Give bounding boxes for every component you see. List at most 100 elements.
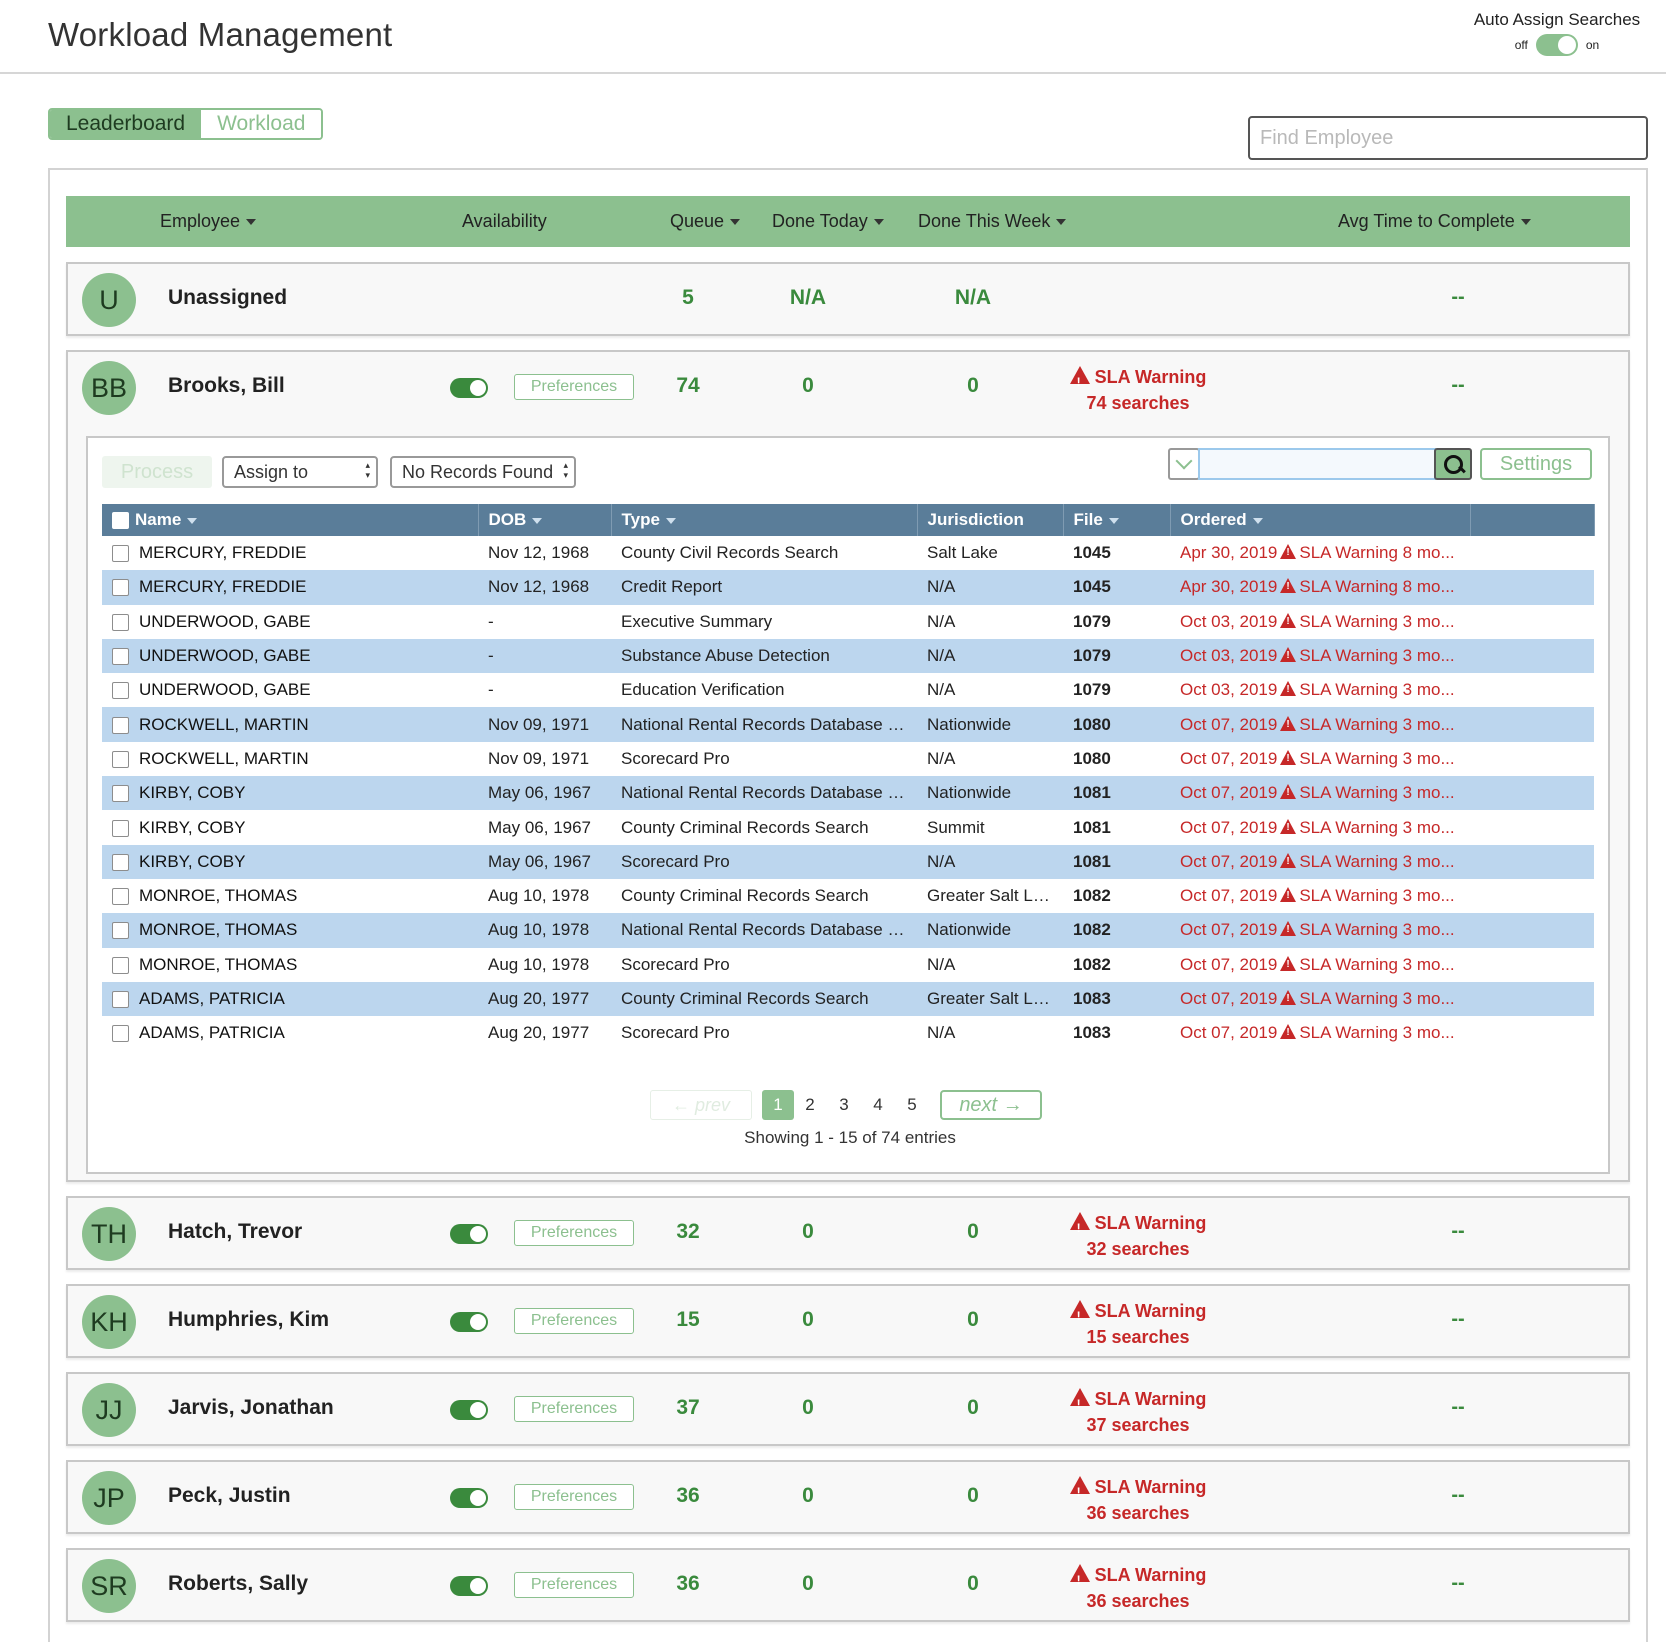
row-checkbox[interactable] [112,819,129,837]
assign-to-select[interactable]: Assign to [222,456,378,488]
tab-workload[interactable]: Workload [201,110,322,138]
col-queue[interactable]: Queue [670,211,741,232]
employee-row[interactable]: SR Roberts, Sally Preferences 36 0 0 SLA Warni… [66,1548,1630,1622]
dob-cell: Nov 09, 1971 [488,748,590,768]
table-row[interactable]: ROCKWELL, MARTIN Nov 09, 1971 Scorecard Pr… [102,742,1594,776]
page-1-button[interactable]: 1 [762,1090,794,1120]
table-row[interactable]: KIRBY, COBY May 06, 1967 National Rental R… [102,776,1594,811]
ordered-cell: Oct 07, 2019 SLA Warning 3 mo... [1170,844,1594,879]
ordered-warning: SLA Warning 3 mo... [1299,920,1455,940]
jurisdiction-cell: N/A [927,1023,956,1043]
search-icon[interactable] [1434,448,1472,480]
employee-name[interactable]: Brooks, Bill [168,374,285,398]
col-employee[interactable]: Employee [160,211,257,232]
row-checkbox[interactable] [112,785,129,803]
preferences-button[interactable]: Preferences [514,1220,634,1246]
col-file[interactable]: File [1063,504,1171,536]
preferences-button[interactable]: Preferences [514,1308,634,1334]
table-row[interactable]: MONROE, THOMAS Aug 10, 1978 Scorecard Pro N… [102,948,1594,982]
sort-caret-icon [187,517,198,524]
row-checkbox[interactable] [112,545,129,563]
employee-row[interactable]: JJ Jarvis, Jonathan Preferences 37 0 0 SLA War… [66,1372,1630,1446]
row-checkbox[interactable] [112,991,129,1009]
warning-icon [1069,1388,1090,1417]
ordered-cell: Oct 07, 2019 SLA Warning 3 mo... [1170,810,1594,844]
prev-page-button[interactable]: ← prev [650,1090,752,1120]
col-done-today[interactable]: Done Today [772,211,884,232]
row-checkbox[interactable] [112,750,129,768]
avg-time: -- [1451,286,1465,308]
table-row[interactable]: MONROE, THOMAS Aug 10, 1978 National Renta… [102,913,1594,948]
avg-time: -- [1451,1308,1465,1330]
availability-toggle[interactable] [450,1224,488,1244]
page-3-button[interactable]: 3 [828,1090,860,1120]
row-checkbox[interactable] [112,956,129,974]
row-checkbox[interactable] [112,1025,129,1043]
table-row[interactable]: UNDERWOOD, GABE - Substance Abuse Detectio… [102,638,1594,674]
select-all-checkbox[interactable] [112,512,129,530]
employee-row[interactable]: JP Peck, Justin Preferences 36 0 0 SLA Warning… [66,1460,1630,1534]
sort-caret-icon [873,219,884,226]
next-page-button[interactable]: next → [940,1090,1042,1120]
settings-button[interactable]: Settings [1480,448,1592,480]
table-row[interactable]: MONROE, THOMAS Aug 10, 1978 County Crimina… [102,879,1594,913]
filter-dropdown-toggle[interactable] [1168,448,1200,480]
preferences-button[interactable]: Preferences [514,1396,634,1422]
employee-row[interactable]: KH Humphries, Kim Preferences 15 0 0 SLA Warni… [66,1284,1630,1358]
queue-count: 15 [676,1308,700,1331]
table-row[interactable]: MERCURY, FREDDIE Nov 12, 1968 County Civil… [102,536,1594,570]
row-checkbox[interactable] [112,613,129,631]
ordered-date: Oct 07, 2019 [1180,851,1278,871]
availability-toggle[interactable] [450,1576,488,1596]
tab-leaderboard[interactable]: Leaderboard [50,110,202,138]
warning-icon [1280,990,1297,1005]
table-row[interactable]: ADAMS, PATRICIA Aug 20, 1977 Scorecard Pro… [102,1016,1594,1050]
col-name[interactable]: Name [102,504,479,536]
availability-toggle[interactable] [450,378,488,398]
find-employee-input[interactable] [1248,116,1648,160]
preferences-button[interactable]: Preferences [514,1484,634,1510]
ordered-cell: Oct 03, 2019 SLA Warning 3 mo... [1170,673,1594,707]
col-done-week[interactable]: Done This Week [918,211,1067,232]
page-5-button[interactable]: 5 [896,1090,928,1120]
employee-row-unassigned[interactable]: U Unassigned 5 N/A N/A -- [66,262,1630,336]
ordered-cell: Oct 07, 2019 SLA Warning 3 mo... [1170,776,1594,811]
table-row[interactable]: UNDERWOOD, GABE - Executive Summary N/A 1079… [102,605,1594,639]
warning-icon [1069,1212,1090,1241]
row-checkbox[interactable] [112,853,129,871]
preferences-button[interactable]: Preferences [514,1572,634,1598]
sla-warning: SLA Warning 15 searches [1048,1298,1228,1350]
row-checkbox[interactable] [112,888,129,906]
row-checkbox[interactable] [112,648,129,666]
warning-icon [1280,544,1297,560]
process-button[interactable]: Process [102,456,212,488]
table-row[interactable]: ADAMS, PATRICIA Aug 20, 1977 County Crimin… [102,981,1594,1017]
row-checkbox[interactable] [112,579,129,597]
availability-toggle[interactable] [450,1488,488,1508]
table-row[interactable]: UNDERWOOD, GABE - Education Verification N/… [102,673,1594,707]
table-row[interactable]: ROCKWELL, MARTIN Nov 09, 1971 National Ren… [102,707,1594,742]
table-row[interactable]: MERCURY, FREDDIE Nov 12, 1968 Credit Repor… [102,570,1594,605]
table-row[interactable]: KIRBY, COBY May 06, 1967 County Criminal R… [102,810,1594,844]
col-ordered[interactable]: Ordered [1170,504,1471,536]
col-type[interactable]: Type [611,504,918,536]
employee-row[interactable]: TH Hatch, Trevor Preferences 32 0 0 SLA Warnin… [66,1196,1630,1270]
type-cell: County Criminal Records Search [611,981,917,1017]
table-row[interactable]: KIRBY, COBY May 06, 1967 Scorecard Pro N/A 1… [102,844,1594,879]
availability-toggle[interactable] [450,1400,488,1420]
queue-count: 36 [676,1484,700,1507]
ordered-date: Oct 07, 2019 [1180,748,1278,768]
name-text: ADAMS, PATRICIA [139,1023,285,1043]
row-checkbox[interactable] [112,922,129,940]
records-select[interactable]: No Records Found [390,456,576,488]
col-dob[interactable]: DOB [478,504,612,536]
auto-assign-toggle[interactable] [1535,34,1578,56]
page-4-button[interactable]: 4 [862,1090,894,1120]
search-input[interactable] [1198,448,1436,480]
page-2-button[interactable]: 2 [794,1090,826,1120]
row-checkbox[interactable] [112,682,129,700]
col-avg-time[interactable]: Avg Time to Complete [1338,211,1531,232]
preferences-button[interactable]: Preferences [514,374,634,400]
row-checkbox[interactable] [112,716,129,734]
availability-toggle[interactable] [450,1312,488,1332]
